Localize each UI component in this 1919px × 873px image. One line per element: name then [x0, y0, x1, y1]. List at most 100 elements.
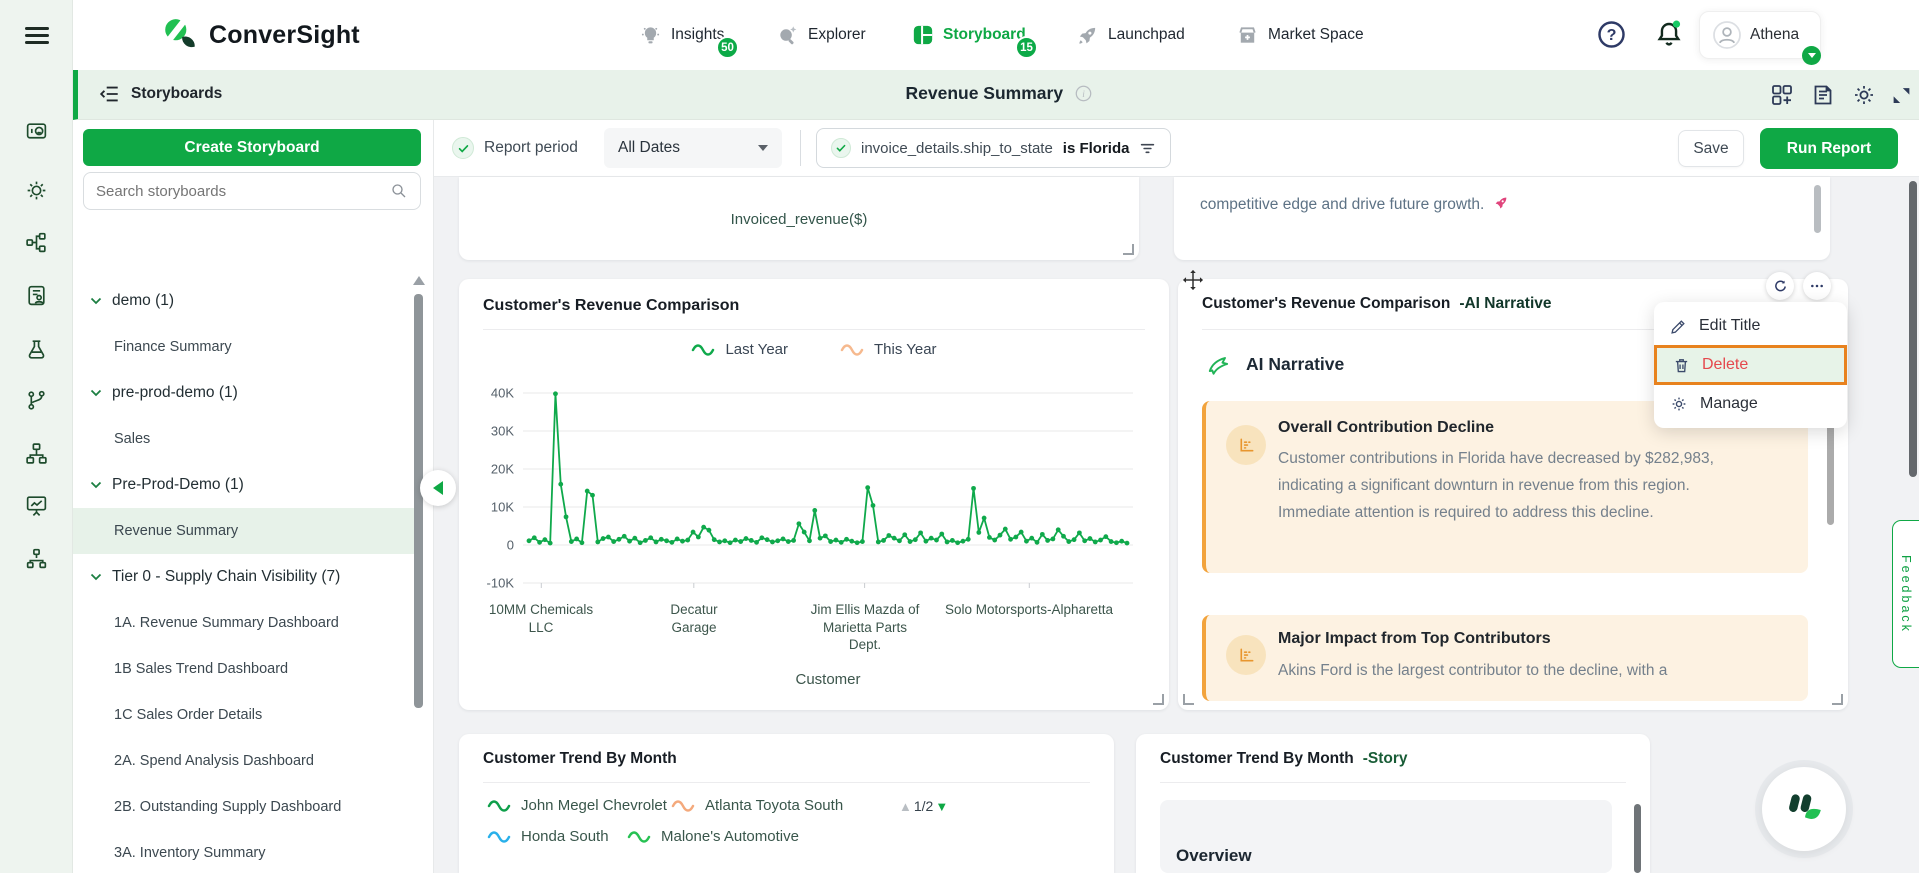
save-button[interactable]: Save	[1678, 130, 1744, 167]
nav-item-storyboard[interactable]: Storyboard 15	[912, 0, 1026, 70]
widget-narrative-peek[interactable]: competitive edge and drive future growth…	[1174, 177, 1830, 260]
drag-handle-icon[interactable]	[1182, 269, 1204, 291]
user-name: Athena	[1750, 26, 1799, 44]
legend-honda-south[interactable]: Honda South	[487, 828, 609, 845]
tree-item-1b-sales-trend[interactable]: 1B Sales Trend Dashboard	[73, 646, 421, 692]
ai-narrative-icon	[1206, 351, 1232, 377]
wave-icon	[627, 830, 651, 844]
nav-item-insights[interactable]: Insights 50	[639, 0, 724, 70]
menu-item-delete[interactable]: Delete	[1654, 345, 1847, 385]
settings-icon[interactable]	[1852, 83, 1876, 107]
nav-label-launchpad: Launchpad	[1108, 26, 1185, 44]
tree-group-tier0[interactable]: Tier 0 - Supply Chain Visibility (7)	[73, 554, 421, 600]
widget-revenue-comparison[interactable]: Customer's Revenue Comparison Last Year …	[459, 279, 1169, 710]
story-overview-card: Overview	[1160, 800, 1612, 873]
tree-group-demo[interactable]: demo (1)	[73, 278, 421, 324]
tree-item-2b-outstanding-supply[interactable]: 2B. Outstanding Supply Dashboard	[73, 784, 421, 830]
sidebar-collapse-handle[interactable]	[420, 470, 456, 506]
nav-item-market-space[interactable]: Market Space	[1236, 0, 1364, 70]
sitemap-icon[interactable]	[24, 441, 49, 466]
lab-flask-icon[interactable]	[24, 337, 49, 362]
insight-body: Akins Ford is the largest contributor to…	[1278, 657, 1748, 684]
widget-context-menu: Edit Title Delete Manage	[1654, 302, 1847, 428]
insights-lightbulb-icon	[639, 24, 662, 47]
search-icon[interactable]	[390, 182, 408, 200]
notes-icon[interactable]	[1811, 83, 1835, 107]
explorer-search-icon	[776, 24, 799, 47]
info-icon[interactable]: i	[1075, 85, 1092, 102]
add-widget-icon[interactable]	[1770, 83, 1794, 107]
tree-item-sales[interactable]: Sales	[73, 416, 421, 462]
page-down-icon[interactable]: ▼	[935, 799, 948, 814]
refresh-button[interactable]	[1766, 272, 1794, 300]
feedback-tab[interactable]: Feedback	[1892, 520, 1919, 668]
storyboard-badge: 15	[1015, 36, 1038, 59]
git-branch-icon[interactable]	[24, 388, 49, 413]
tree-item-3a-inventory-summary[interactable]: 3A. Inventory Summary	[73, 830, 421, 873]
insight-icon-circle	[1226, 635, 1266, 675]
page-scrollbar[interactable]	[1909, 181, 1917, 477]
revenue-comparison-chart[interactable]: 40K30K20K10K0-10K	[473, 371, 1153, 603]
tree-item-1a-revenue-summary[interactable]: 1A. Revenue Summary Dashboard	[73, 600, 421, 646]
x-axis-title: Customer	[778, 671, 878, 688]
report-period-label: Report period	[484, 139, 578, 157]
hamburger-menu-icon[interactable]	[25, 27, 49, 44]
svg-text:20K: 20K	[491, 462, 514, 477]
page-up-icon[interactable]: ▲	[899, 799, 912, 814]
athena-chat-button[interactable]	[1762, 767, 1846, 851]
settings-gear-icon[interactable]	[24, 178, 49, 203]
more-options-button[interactable]	[1803, 272, 1831, 300]
left-icon-rail	[0, 0, 73, 873]
menu-item-edit-title[interactable]: Edit Title	[1654, 307, 1847, 345]
tree-item-finance-summary[interactable]: Finance Summary	[73, 324, 421, 370]
tree-item-revenue-summary-selected[interactable]: Revenue Summary	[73, 508, 421, 554]
x-label-2: Jim Ellis Mazda of Marietta Parts Dept.	[805, 601, 925, 654]
tree-group-pre-prod-demo[interactable]: pre-prod-demo (1)	[73, 370, 421, 416]
menu-item-manage[interactable]: Manage	[1654, 385, 1847, 423]
legend-malones-automotive[interactable]: Malone's Automotive	[627, 828, 799, 845]
tree-scroll-up-icon[interactable]	[413, 276, 425, 285]
widget-customer-trend[interactable]: Customer Trend By Month John Megel Chevr…	[459, 734, 1114, 873]
legend-last-year[interactable]: Last Year	[691, 341, 788, 358]
hierarchy-icon[interactable]	[24, 546, 49, 571]
presentation-chart-icon[interactable]	[24, 493, 49, 518]
storyboard-header: Storyboards Revenue Summary i	[73, 70, 1919, 120]
notifications-bell-icon[interactable]	[1653, 18, 1685, 50]
help-icon[interactable]: ?	[1596, 19, 1627, 50]
tree-item-1c-sales-order[interactable]: 1C Sales Order Details	[73, 692, 421, 738]
nav-item-launchpad[interactable]: Launchpad	[1076, 0, 1185, 70]
app-logo[interactable]: ConverSight	[161, 16, 360, 54]
search-input[interactable]	[96, 183, 390, 200]
story-scrollbar[interactable]	[1634, 804, 1641, 873]
pencil-icon	[1670, 318, 1687, 335]
wave-icon	[691, 343, 715, 357]
widget-customer-trend-story[interactable]: Customer Trend By Month -Story Overview	[1136, 734, 1650, 873]
legend-john-megel[interactable]: John Megel Chevrolet	[487, 797, 667, 814]
narrative-peek-scrollbar[interactable]	[1814, 185, 1821, 233]
nav-item-explorer[interactable]: Explorer	[776, 0, 866, 70]
report-person-icon[interactable]	[24, 283, 49, 308]
workflow-nodes-icon[interactable]	[24, 230, 49, 255]
nav-label-explorer: Explorer	[808, 26, 866, 44]
insight-body: Customer contributions in Florida have d…	[1278, 445, 1748, 526]
tree-scrollbar[interactable]	[414, 294, 423, 708]
run-report-button[interactable]: Run Report	[1760, 128, 1898, 169]
report-period-dropdown[interactable]: All Dates	[604, 128, 782, 168]
expand-icon[interactable]	[1891, 85, 1912, 106]
legend-atlanta-toyota[interactable]: Atlanta Toyota South	[671, 797, 843, 814]
feedback-board-icon[interactable]	[24, 119, 49, 144]
report-period-check-icon[interactable]	[452, 137, 474, 159]
narrative-peek-text: competitive edge and drive future growth…	[1200, 195, 1509, 214]
create-storyboard-button[interactable]: Create Storyboard	[83, 129, 421, 166]
user-menu[interactable]: Athena	[1699, 11, 1821, 59]
dropdown-caret-icon	[758, 145, 768, 151]
tree-group-pre-prod-demo-2[interactable]: Pre-Prod-Demo (1)	[73, 462, 421, 508]
overview-heading: Overview	[1176, 846, 1252, 866]
widget-invoiced-revenue[interactable]: Invoiced_revenue($)	[459, 177, 1139, 260]
filter-chip[interactable]: invoice_details.ship_to_state is Florida	[816, 128, 1171, 168]
legend-this-year[interactable]: This Year	[840, 341, 937, 358]
trash-icon	[1673, 357, 1690, 374]
svg-text:10K: 10K	[491, 500, 514, 515]
launchpad-rocket-icon	[1076, 24, 1099, 47]
tree-item-2a-spend-analysis[interactable]: 2A. Spend Analysis Dashboard	[73, 738, 421, 784]
